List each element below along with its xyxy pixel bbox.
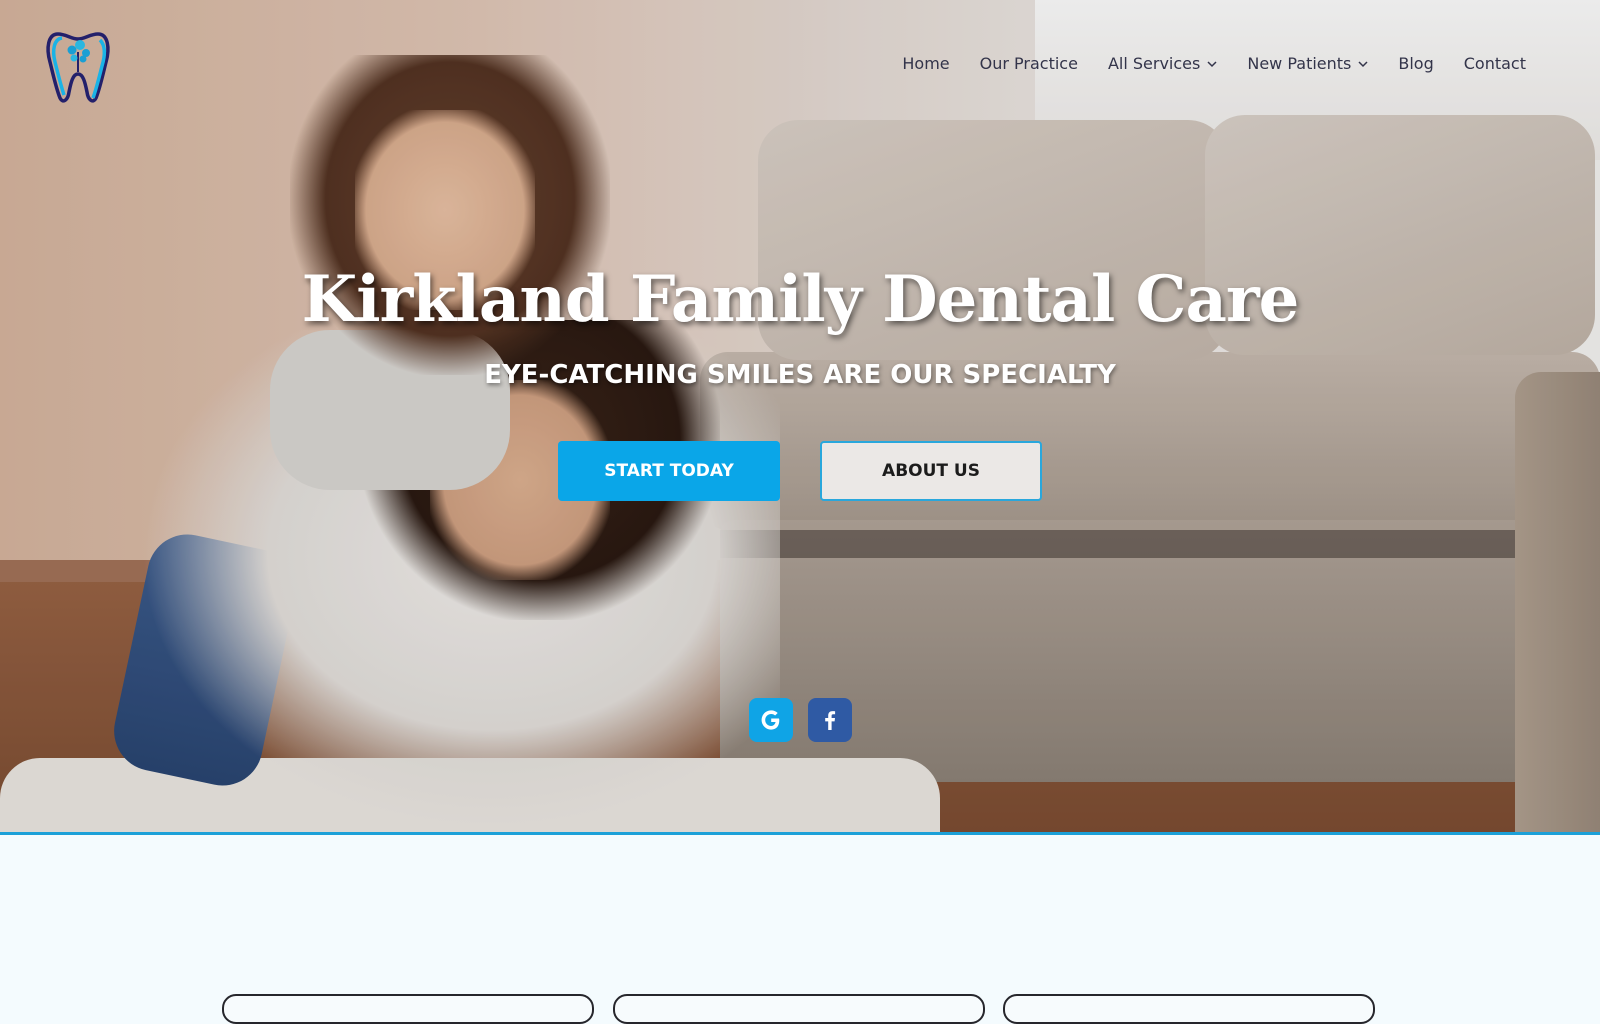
hero-subtitle: EYE-CATCHING SMILES ARE OUR SPECIALTY — [484, 360, 1116, 390]
chevron-down-icon — [1207, 60, 1217, 67]
nav-new-patients[interactable]: New Patients — [1247, 54, 1368, 73]
nav-label: New Patients — [1247, 54, 1352, 73]
chevron-down-icon — [1358, 60, 1368, 67]
nav-blog[interactable]: Blog — [1398, 54, 1433, 73]
nav-home[interactable]: Home — [902, 54, 949, 73]
tooth-tree-logo-icon — [46, 32, 110, 103]
content-section — [0, 835, 1600, 1000]
hero-section: Home Our Practice All Services New Patie… — [0, 0, 1600, 835]
facebook-link[interactable] — [808, 698, 852, 742]
main-nav: Home Our Practice All Services New Patie… — [872, 54, 1526, 73]
feature-card[interactable] — [222, 994, 594, 1024]
feature-card[interactable] — [1003, 994, 1375, 1024]
start-today-button[interactable]: START TODAY — [558, 441, 780, 501]
hero-title: Kirkland Family Dental Care — [301, 262, 1300, 337]
feature-card[interactable] — [613, 994, 985, 1024]
nav-label: Contact — [1463, 54, 1526, 73]
nav-label: Blog — [1398, 54, 1434, 73]
facebook-icon — [825, 711, 836, 730]
nav-contact[interactable]: Contact — [1464, 54, 1526, 73]
nav-label: Home — [902, 54, 950, 73]
nav-label: All Services — [1107, 54, 1201, 73]
google-icon — [761, 710, 780, 730]
nav-our-practice[interactable]: Our Practice — [980, 54, 1078, 73]
nav-all-services[interactable]: All Services — [1108, 54, 1217, 73]
about-us-button[interactable]: ABOUT US — [820, 441, 1042, 501]
nav-label: Our Practice — [979, 54, 1078, 73]
site-logo[interactable] — [44, 28, 112, 104]
google-link[interactable] — [749, 698, 793, 742]
hero-overlay — [0, 0, 1600, 832]
